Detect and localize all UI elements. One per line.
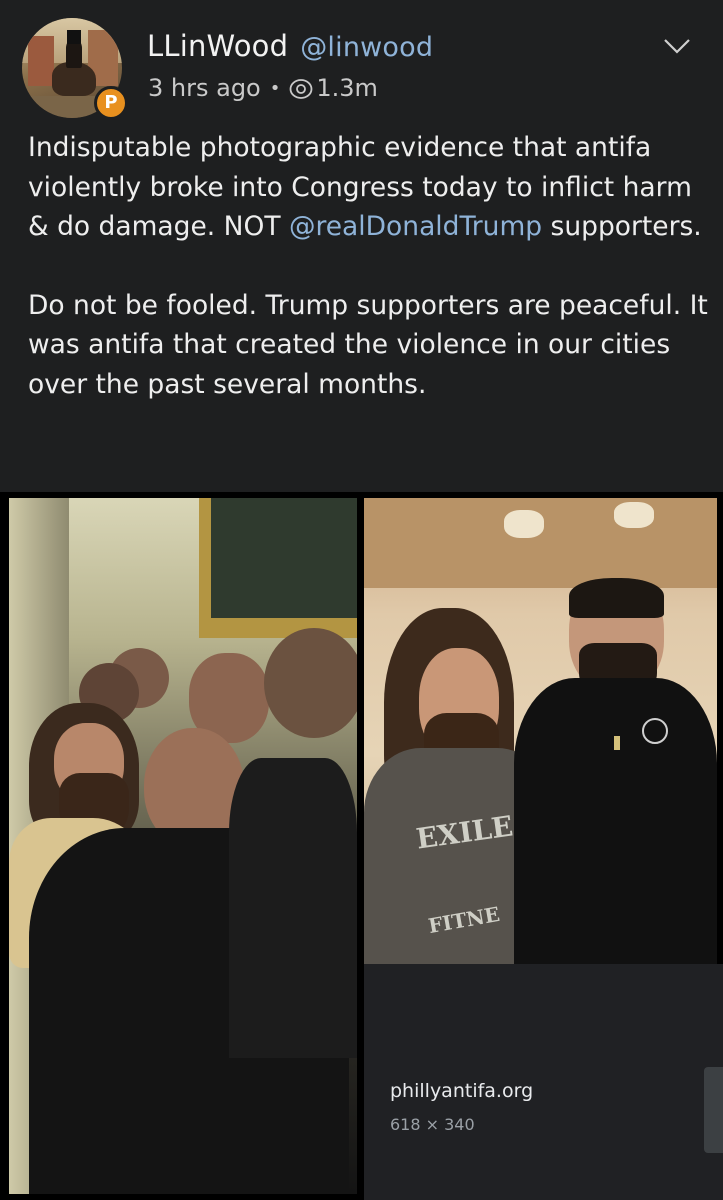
post-body: Indisputable photographic evidence that … bbox=[28, 128, 713, 404]
two-men-photo[interactable]: EXILE FITNE bbox=[364, 498, 717, 964]
post-card: P LLinWood @linwood 3 hrs ago • 1.3m Indi… bbox=[0, 0, 723, 492]
mention-link[interactable]: @realDonaldTrump bbox=[289, 211, 542, 242]
post-paragraph-1: Indisputable photographic evidence that … bbox=[28, 132, 702, 242]
post-time: 3 hrs ago bbox=[148, 74, 261, 102]
eye-icon bbox=[289, 79, 313, 99]
meta-separator: • bbox=[269, 77, 281, 99]
chevron-down-icon[interactable] bbox=[662, 36, 692, 56]
parler-badge-icon: P bbox=[94, 86, 128, 120]
author-name-line[interactable]: LLinWood @linwood bbox=[147, 29, 433, 63]
next-result-tab[interactable] bbox=[704, 1067, 723, 1153]
post-meta: 3 hrs ago • 1.3m bbox=[148, 74, 378, 102]
capitol-crowd-photo[interactable] bbox=[9, 498, 357, 1194]
image-source-panel[interactable]: phillyantifa.org 618 × 340 bbox=[364, 964, 723, 1200]
author-name[interactable]: LLinWood bbox=[147, 29, 288, 63]
source-site[interactable]: phillyantifa.org bbox=[390, 1080, 533, 1102]
view-count: 1.3m bbox=[316, 74, 378, 102]
post-paragraph-2: Do not be fooled. Trump supporters are p… bbox=[28, 289, 708, 400]
post-images: EXILE FITNE phillyantifa.org 618 × 340 bbox=[0, 492, 723, 1200]
author-handle[interactable]: @linwood bbox=[300, 32, 433, 63]
image-dimensions: 618 × 340 bbox=[390, 1115, 475, 1134]
